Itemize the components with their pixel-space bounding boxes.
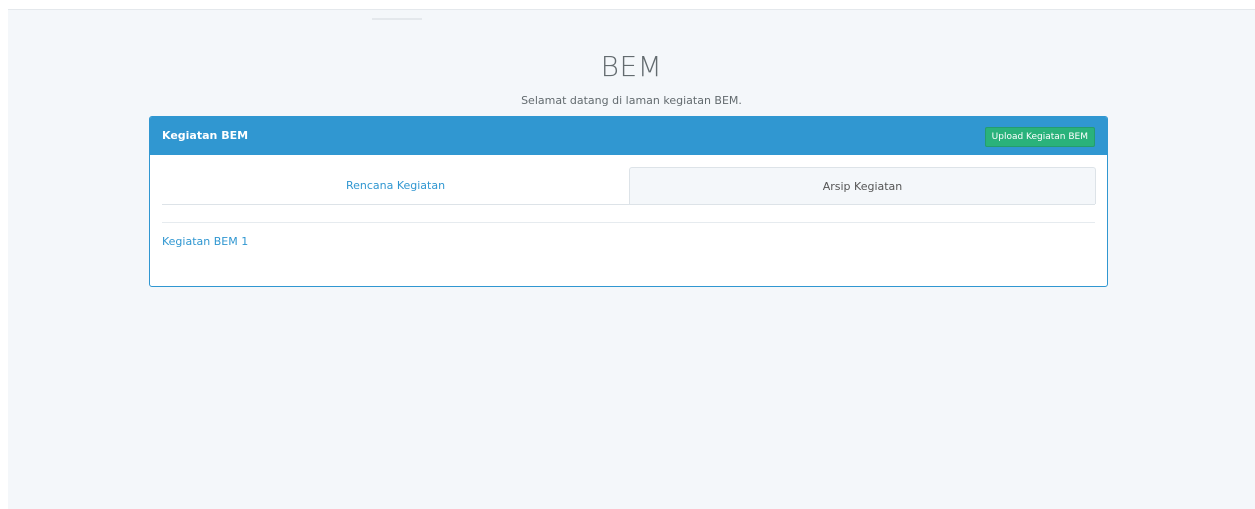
upload-activity-button[interactable]: Upload Kegiatan BEM <box>984 127 1095 147</box>
content-divider <box>162 222 1095 223</box>
page-subtitle: Selamat datang di laman kegiatan BEM. <box>521 94 742 107</box>
page-title: BEM <box>600 50 663 83</box>
panel-title: Kegiatan BEM <box>162 129 249 142</box>
tab-rencana-kegiatan[interactable]: Rencana Kegiatan <box>162 167 629 204</box>
activity-link[interactable]: Kegiatan BEM 1 <box>162 235 248 248</box>
top-bar-indicator <box>372 18 422 20</box>
activity-tabs: Rencana Kegiatan Arsip Kegiatan <box>162 167 1096 205</box>
activities-panel: Kegiatan BEM Upload Kegiatan BEM Rencana… <box>149 116 1108 287</box>
panel-heading: Kegiatan BEM Upload Kegiatan BEM <box>150 117 1107 155</box>
tab-arsip-kegiatan[interactable]: Arsip Kegiatan <box>629 167 1096 204</box>
page-background: BEM Selamat datang di laman kegiatan BEM… <box>8 9 1255 509</box>
